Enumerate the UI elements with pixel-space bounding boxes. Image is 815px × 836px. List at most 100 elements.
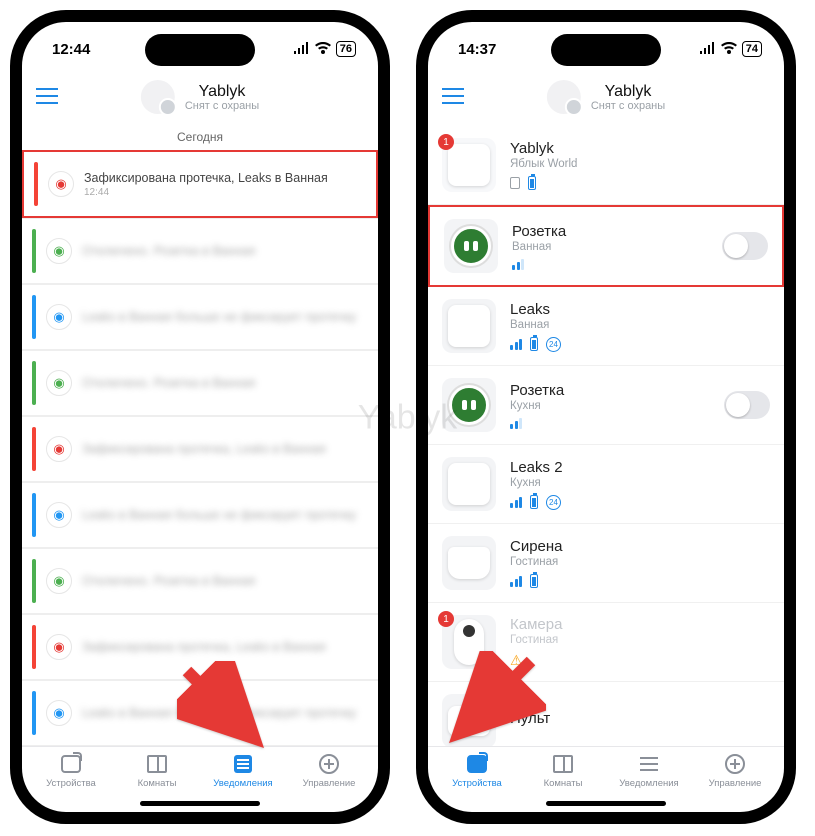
severity-stripe bbox=[32, 361, 36, 405]
device-row[interactable]: Leaks Ванная 24 bbox=[428, 287, 784, 366]
device-thumbnail: 1 bbox=[442, 138, 496, 192]
notification-row[interactable]: ◉ Leaks в Ванная больше не фиксирует про… bbox=[22, 284, 378, 350]
status-icons: 74 bbox=[699, 41, 762, 58]
menu-button[interactable] bbox=[36, 84, 58, 110]
left-phone: 12:44 76 Yablyk Снят с охраны Сегодня ◉ bbox=[10, 10, 390, 824]
device-room: Гостиная bbox=[510, 556, 770, 568]
severity-stripe bbox=[32, 493, 36, 537]
annotation-arrow bbox=[177, 661, 277, 766]
app-header: Yablyk Снят с охраны bbox=[22, 68, 378, 126]
device-room: Ванная bbox=[512, 241, 708, 253]
hub-avatar[interactable] bbox=[141, 80, 175, 114]
device-thumbnail bbox=[444, 219, 498, 273]
sim-icon bbox=[510, 177, 520, 189]
device-indicators: 24 bbox=[510, 495, 770, 510]
signal-icon bbox=[510, 418, 522, 429]
signal-icon bbox=[512, 259, 524, 270]
battery-icon bbox=[528, 176, 536, 190]
device-indicators bbox=[510, 418, 710, 429]
alert-badge: 1 bbox=[438, 134, 454, 150]
notification-text: Отключено. Розетка в Ванная bbox=[82, 376, 364, 390]
severity-stripe bbox=[32, 295, 36, 339]
severity-stripe bbox=[34, 162, 38, 206]
status-time: 12:44 bbox=[52, 41, 90, 58]
severity-stripe bbox=[32, 229, 36, 273]
event-icon: ◉ bbox=[48, 171, 74, 197]
notification-text: Зафиксирована протечка, Leaks в Ванная bbox=[82, 640, 364, 654]
device-name: Пульт bbox=[510, 710, 770, 727]
wifi-icon bbox=[315, 41, 331, 58]
event-icon: ◉ bbox=[46, 370, 72, 396]
notification-text: Зафиксирована протечка, Leaks в Ванная bbox=[84, 171, 362, 185]
device-name: Камера bbox=[510, 616, 770, 633]
power-toggle[interactable] bbox=[724, 391, 770, 419]
tab-devices[interactable]: Устройства bbox=[28, 753, 114, 812]
severity-stripe bbox=[32, 559, 36, 603]
24h-icon: 24 bbox=[546, 495, 561, 510]
battery-icon bbox=[530, 337, 538, 351]
notification-row[interactable]: ◉ Leaks в Ванная больше не фиксирует про… bbox=[22, 482, 378, 548]
device-row[interactable]: Розетка Кухня bbox=[428, 366, 784, 445]
tab-control[interactable]: Управление bbox=[286, 753, 372, 812]
notification-text: Leaks в Ванная больше не фиксирует проте… bbox=[82, 508, 364, 522]
date-separator: Сегодня bbox=[22, 126, 378, 150]
cellular-icon bbox=[699, 41, 716, 58]
event-icon: ◉ bbox=[46, 568, 72, 594]
device-indicators: 24 bbox=[510, 337, 770, 352]
power-toggle[interactable] bbox=[722, 232, 768, 260]
rooms-icon bbox=[553, 755, 573, 773]
menu-button[interactable] bbox=[442, 84, 464, 110]
severity-stripe bbox=[32, 625, 36, 669]
tab-control[interactable]: Управление bbox=[692, 753, 778, 812]
status-icons: 76 bbox=[293, 41, 356, 58]
home-indicator[interactable] bbox=[546, 801, 666, 806]
notification-text: Отключено. Розетка в Ванная bbox=[82, 244, 364, 258]
rooms-icon bbox=[147, 755, 167, 773]
header-title: Yablyk bbox=[185, 83, 259, 101]
notification-row[interactable]: ◉ Зафиксирована протечка, Leaks в Ванная… bbox=[22, 150, 378, 218]
wifi-icon bbox=[721, 41, 737, 58]
device-indicators: ⚠ bbox=[510, 652, 770, 669]
control-icon bbox=[725, 754, 745, 774]
event-icon: ◉ bbox=[46, 436, 72, 462]
notification-row[interactable]: ◉ Отключено. Розетка в Ванная bbox=[22, 218, 378, 284]
notification-row[interactable]: ◉ Зафиксирована протечка, Leaks в Ванная bbox=[22, 416, 378, 482]
battery-indicator: 74 bbox=[742, 41, 762, 57]
header-subtitle: Снят с охраны bbox=[591, 100, 665, 112]
notifications-icon bbox=[640, 755, 658, 773]
severity-stripe bbox=[32, 691, 36, 735]
right-phone: 14:37 74 Yablyk Снят с охраны 1 Yab bbox=[416, 10, 796, 824]
device-room: Ванная bbox=[510, 319, 770, 331]
event-icon: ◉ bbox=[46, 238, 72, 264]
notification-text: Зафиксирована протечка, Leaks в Ванная bbox=[82, 442, 364, 456]
cellular-icon bbox=[293, 41, 310, 58]
device-row[interactable]: 1 Yablyk Яблык World bbox=[428, 126, 784, 205]
device-thumbnail bbox=[442, 299, 496, 353]
device-room: Кухня bbox=[510, 477, 770, 489]
notification-text: Leaks в Ванная больше не фиксирует проте… bbox=[82, 310, 364, 324]
device-row[interactable]: Сирена Гостиная bbox=[428, 524, 784, 603]
status-time: 14:37 bbox=[458, 41, 496, 58]
device-row[interactable]: Розетка Ванная bbox=[428, 205, 784, 287]
battery-icon bbox=[530, 495, 538, 509]
hub-avatar[interactable] bbox=[547, 80, 581, 114]
device-indicators bbox=[510, 574, 770, 588]
notification-list[interactable]: ◉ Зафиксирована протечка, Leaks в Ванная… bbox=[22, 150, 378, 746]
header-subtitle: Снят с охраны bbox=[185, 100, 259, 112]
device-name: Розетка bbox=[510, 382, 710, 399]
event-icon: ◉ bbox=[46, 700, 72, 726]
notification-row[interactable]: ◉ Отключено. Розетка в Ванная bbox=[22, 350, 378, 416]
device-row[interactable]: Leaks 2 Кухня 24 bbox=[428, 445, 784, 524]
notification-text: Отключено. Розетка в Ванная bbox=[82, 574, 364, 588]
device-name: Leaks 2 bbox=[510, 459, 770, 476]
notification-time: 12:44 bbox=[84, 187, 362, 198]
device-thumbnail bbox=[442, 457, 496, 511]
annotation-arrow bbox=[436, 651, 546, 766]
notification-row[interactable]: ◉ Отключено. Розетка в Ванная bbox=[22, 548, 378, 614]
control-icon bbox=[319, 754, 339, 774]
event-icon: ◉ bbox=[46, 502, 72, 528]
home-indicator[interactable] bbox=[140, 801, 260, 806]
24h-icon: 24 bbox=[546, 337, 561, 352]
device-indicators bbox=[512, 259, 708, 270]
header-title: Yablyk bbox=[591, 83, 665, 101]
